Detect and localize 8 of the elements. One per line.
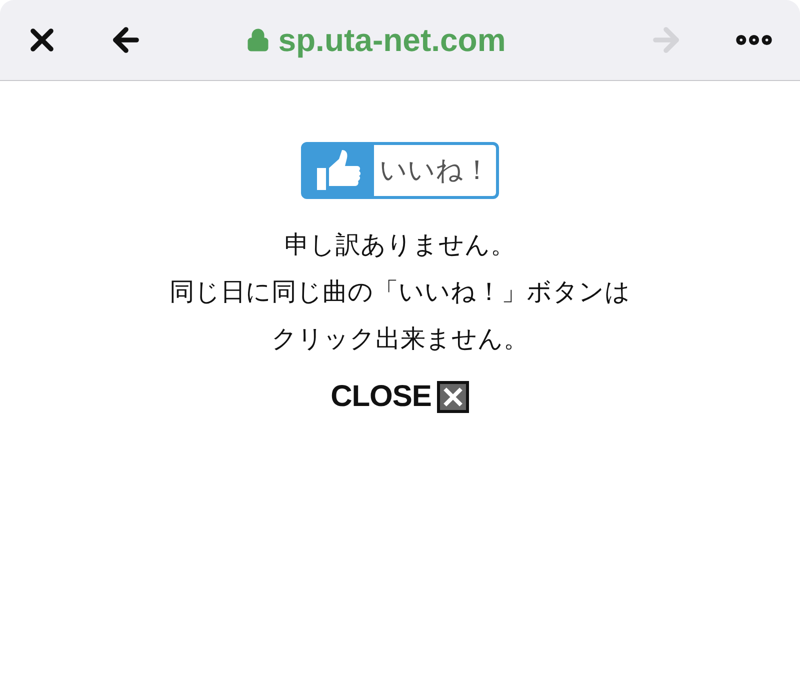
thumbs-up-icon [315, 150, 363, 192]
lock-icon [246, 28, 270, 52]
message-text: 申し訳ありません。 [284, 229, 516, 261]
close-button[interactable]: CLOSE [330, 374, 470, 419]
like-button[interactable]: いいね！ [301, 142, 499, 199]
message-text: 同じ日に同じ曲の「いいね！」ボタンは [170, 276, 630, 308]
message-text: クリック出来ません。 [272, 323, 528, 355]
close-box-icon [437, 380, 470, 412]
